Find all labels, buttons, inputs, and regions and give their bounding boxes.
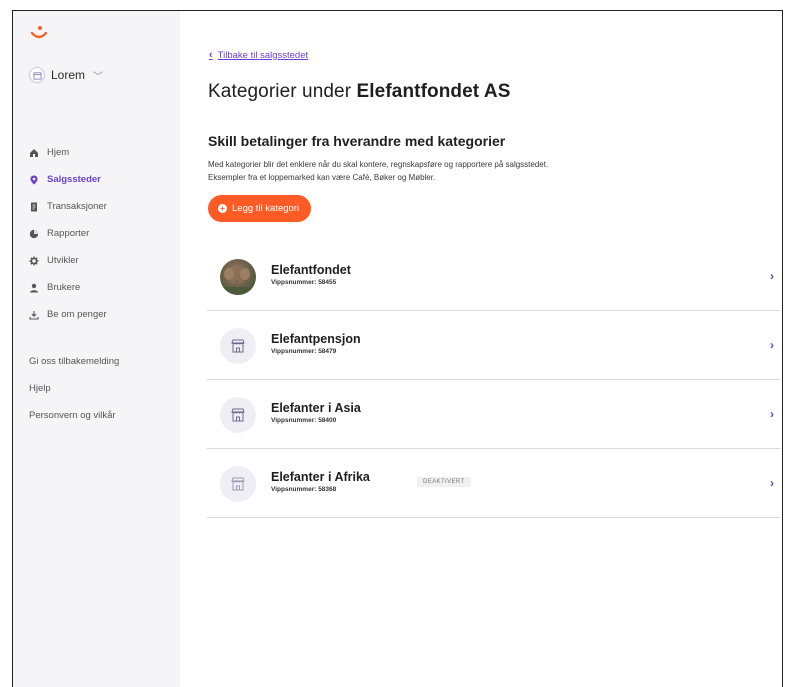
app-window: Lorem ﹀ Hjem Salgssteder Transaksjoner R… [12, 10, 783, 687]
feedback-link[interactable]: Gi oss tilbakemelding [29, 348, 119, 375]
add-category-label: Legg til kategori [232, 203, 300, 214]
description-line-1: Med kategorier blir det enklere når du s… [208, 160, 549, 169]
category-row[interactable]: Elefantpensjon Vippsnummer: 58479 › [207, 311, 780, 380]
help-link[interactable]: Hjelp [29, 375, 119, 402]
main-content: ‹ Tilbake til salgsstedet Kategorier und… [180, 11, 782, 687]
chevron-right-icon: › [770, 269, 774, 283]
description-line-2: Eksempler fra et loppemarked kan være Ca… [208, 173, 436, 182]
home-icon [29, 148, 39, 158]
sidebar-item-utvikler[interactable]: Utvikler [29, 247, 107, 274]
category-name: Elefanter i Afrika [271, 470, 370, 484]
store-icon [220, 328, 256, 364]
category-row[interactable]: Elefanter i Asia Vippsnummer: 58400 › [207, 380, 780, 449]
vipps-logo-icon[interactable] [29, 25, 49, 41]
back-link[interactable]: ‹ Tilbake til salgsstedet [209, 49, 308, 61]
sidebar-item-label: Transaksjoner [47, 201, 107, 212]
sidebar-secondary-links: Gi oss tilbakemelding Hjelp Personvern o… [29, 348, 119, 429]
location-pin-icon [29, 175, 39, 185]
page-title-prefix: Kategorier under [208, 81, 352, 102]
plus-icon: + [218, 204, 227, 213]
receipt-icon [29, 202, 39, 212]
sidebar-item-transaksjoner[interactable]: Transaksjoner [29, 193, 107, 220]
category-number: Vippsnummer: 58479 [271, 348, 337, 355]
category-list: Elefantfondet Vippsnummer: 58455 › Elefa… [207, 242, 780, 518]
sidebar-item-be-om-penger[interactable]: Be om penger [29, 301, 107, 328]
section-title: Skill betalinger fra hverandre med kateg… [208, 133, 506, 149]
sidebar-nav: Hjem Salgssteder Transaksjoner Rapporter… [29, 139, 107, 328]
sidebar-item-label: Hjem [47, 147, 70, 158]
chevron-down-icon: ﹀ [93, 71, 104, 83]
sidebar-item-label: Brukere [47, 282, 81, 293]
org-name: Lorem [51, 68, 86, 82]
category-row[interactable]: Elefantfondet Vippsnummer: 58455 › [207, 242, 780, 311]
category-number: Vippsnummer: 58400 [271, 417, 337, 424]
chevron-right-icon: › [770, 476, 774, 490]
sidebar: Lorem ﹀ Hjem Salgssteder Transaksjoner R… [13, 11, 180, 687]
chevron-right-icon: › [770, 338, 774, 352]
sidebar-item-label: Utvikler [47, 255, 79, 266]
user-icon [29, 283, 39, 293]
sidebar-item-hjem[interactable]: Hjem [29, 139, 107, 166]
sidebar-item-brukere[interactable]: Brukere [29, 274, 107, 301]
sidebar-item-salgssteder[interactable]: Salgssteder [29, 166, 107, 193]
org-switcher[interactable]: Lorem ﹀ [29, 67, 103, 83]
gear-icon [29, 256, 39, 266]
category-row[interactable]: Elefanter i Afrika Vippsnummer: 58368 DE… [207, 449, 780, 518]
category-name: Elefanter i Asia [271, 401, 361, 415]
category-name: Elefantpensjon [271, 332, 361, 346]
back-link-label: Tilbake til salgsstedet [217, 49, 309, 61]
store-icon [220, 397, 256, 433]
org-avatar-icon [29, 67, 45, 83]
sidebar-item-label: Be om penger [47, 309, 107, 320]
page-title-org: Elefantfondet AS [356, 81, 511, 102]
category-name: Elefantfondet [271, 263, 351, 277]
category-number: Vippsnummer: 58455 [271, 279, 337, 286]
download-icon [29, 310, 39, 320]
chevron-right-icon: › [770, 407, 774, 421]
section-description: Med kategorier blir det enklere når du s… [208, 158, 548, 184]
privacy-terms-link[interactable]: Personvern og vilkår [29, 402, 119, 429]
chevron-left-icon: ‹ [209, 49, 213, 61]
category-number: Vippsnummer: 58368 [271, 486, 337, 493]
page-title: Kategorier under Elefantfondet AS [208, 81, 510, 103]
sidebar-item-label: Salgssteder [47, 174, 101, 185]
add-category-button[interactable]: + Legg til kategori [208, 195, 312, 222]
sidebar-item-rapporter[interactable]: Rapporter [29, 220, 107, 247]
sidebar-item-label: Rapporter [47, 228, 90, 239]
pie-chart-icon [29, 229, 39, 239]
store-icon [220, 466, 256, 502]
status-badge: DEAKTIVERT [417, 477, 471, 487]
elephant-photo-avatar [220, 259, 256, 295]
